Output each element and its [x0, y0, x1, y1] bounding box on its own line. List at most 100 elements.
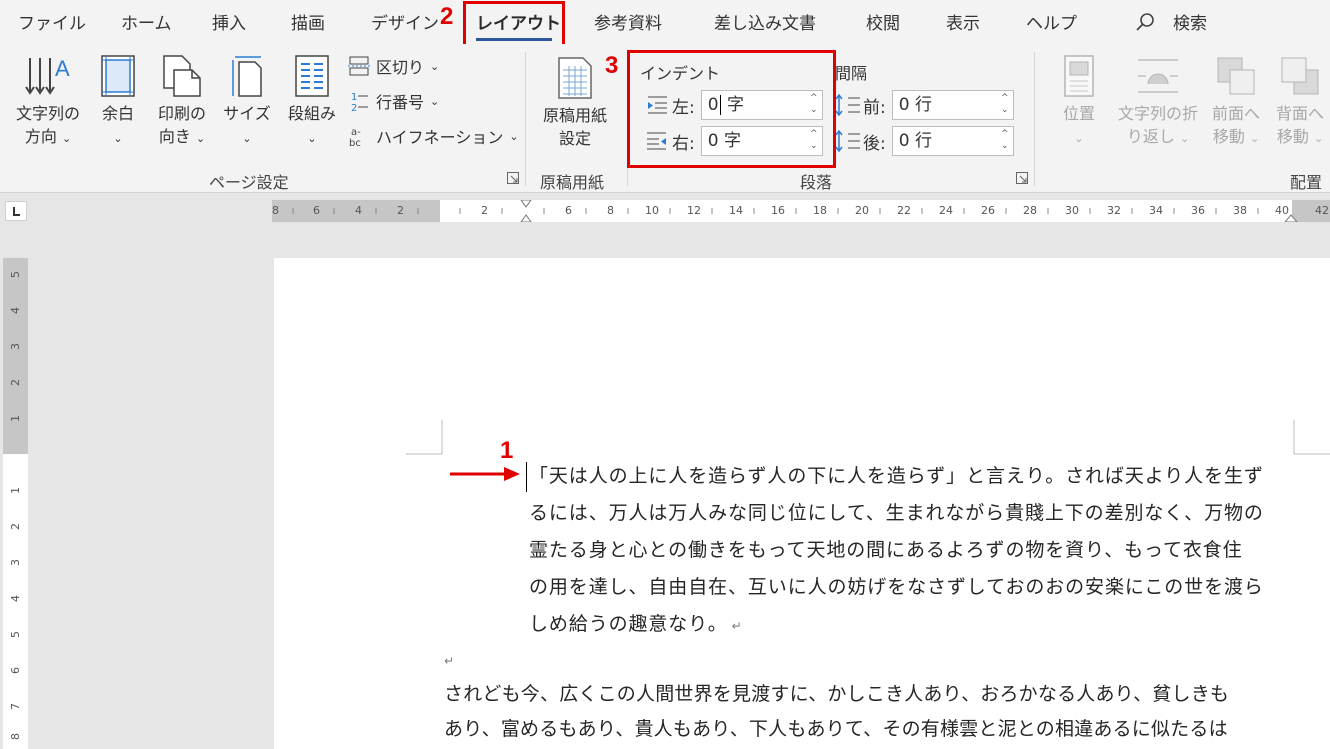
text-direction-icon: A [25, 56, 70, 95]
margins-label: 余白 [101, 104, 134, 123]
size-button[interactable]: サイズ ⌄ [222, 54, 272, 150]
margins-icon [101, 55, 135, 97]
position-label: 位置 [1062, 104, 1095, 123]
document-page[interactable]: 「天は人の上に人を造らず人の下に人を造らず」と言えり。されば天より人を生ず るに… [274, 258, 1330, 749]
ruler-tick: 1 [9, 415, 22, 422]
tab-mailings[interactable]: 差し込み文書 [714, 9, 816, 34]
line-numbers-button[interactable]: 12 行番号 ⌄ [348, 89, 439, 113]
breaks-button[interactable]: 区切り ⌄ [348, 54, 439, 78]
spacing-after-row: 後: 0 行 ^ ⌄ [835, 126, 1014, 156]
indent-right-row: 右: 0 字 ^ ⌄ [646, 126, 823, 156]
tab-file[interactable]: ファイル [18, 9, 86, 34]
spacing-before-label: 前: [863, 97, 886, 118]
tab-selector[interactable] [5, 201, 27, 221]
indent-left-unit: 字 [726, 95, 744, 115]
ribbon: A 文字列の 方向 ⌄ 余白 ⌄ 印刷の 向き ⌄ サイズ ⌄ 段組み ⌄ 区切… [0, 44, 1330, 193]
indent-heading: インデント [640, 64, 721, 83]
spacing-after-value: 0 行 [898, 131, 932, 151]
manuscript-group-label: 原稿用紙 [540, 173, 605, 192]
indent-left-icon [648, 96, 667, 114]
hyphenation-button[interactable]: a-bc ハイフネーション ⌄ [348, 124, 519, 148]
manuscript-settings-button[interactable]: 原稿用紙 設定 [536, 54, 614, 150]
svg-text:A: A [55, 56, 70, 81]
paragraph-2-line[interactable]: あり、富めるもあり、貴人もあり、下人もありて、その有様雲と泥との相違あるに似たる… [444, 714, 1228, 741]
ruler-ticks [292, 200, 1298, 222]
tab-design[interactable]: デザイン [371, 9, 439, 34]
page-setup-launcher-icon[interactable] [507, 172, 519, 184]
bring-forward-button[interactable]: 前面へ 移動 ⌄ [1206, 54, 1266, 150]
line-numbers-label: 行番号 [376, 93, 425, 112]
indent-left-label: 左: [672, 97, 695, 118]
ruler-tick: 5 [9, 271, 22, 278]
paragraph-1-line[interactable]: 霊たる身と心との働きをもって天地の間にあるよろずの物を資り、もって衣食住 [529, 535, 1243, 562]
search-box[interactable]: 検索 [1135, 9, 1207, 34]
margins-button[interactable]: 余白 ⌄ [96, 54, 140, 150]
search-icon [1136, 12, 1154, 31]
tab-draw[interactable]: 描画 [291, 9, 325, 34]
send-backward-label-2: 移動 [1276, 127, 1309, 146]
spacing-before-input[interactable]: 0 行 ^ ⌄ [891, 90, 1014, 120]
active-tab-underline [476, 38, 552, 41]
size-label: サイズ [223, 104, 271, 123]
paragraph-1-line[interactable]: るには、万人は万人みな同じ位にして、生まれながら貴賤上下の差別なく、万物の [529, 498, 1264, 525]
manuscript-label-1: 原稿用紙 [542, 106, 607, 125]
paragraph-2-line[interactable]: されども今、広くこの人間世界を見渡すに、かしこき人あり、おろかなる人あり、貧しき… [444, 679, 1229, 706]
tab-references[interactable]: 参考資料 [594, 9, 662, 34]
breaks-icon [348, 56, 370, 76]
svg-text:a-: a- [351, 127, 361, 138]
orientation-icon [163, 55, 201, 97]
spacing-heading: 間隔 [835, 64, 868, 83]
wrap-text-label-1: 文字列の折 [1117, 104, 1198, 123]
tab-home[interactable]: ホーム [121, 9, 172, 34]
tab-layout[interactable]: レイアウト [476, 9, 561, 34]
paragraph-1-line[interactable]: 「天は人の上に人を造らず人の下に人を造らず」と言えり。されば天より人を生ず [529, 461, 1264, 488]
position-icon [1064, 55, 1094, 97]
spacing-after-icon [835, 130, 860, 152]
paragraph-launcher-icon[interactable] [1016, 172, 1028, 184]
ruler-tick: 2 [9, 379, 22, 386]
position-button[interactable]: 位置 ⌄ [1054, 54, 1104, 150]
paragraph-group-label: 段落 [800, 173, 833, 192]
columns-button[interactable]: 段組み ⌄ [284, 54, 340, 150]
ruler-tick: 3 [9, 343, 22, 350]
orientation-label-1: 印刷の [157, 104, 206, 123]
ribbon-tab-bar: ファイル ホーム 挿入 描画 デザイン レイアウト 参考資料 差し込み文書 校閲… [0, 0, 1330, 44]
text-direction-label-2: 方向 [24, 127, 57, 146]
text-direction-button[interactable]: A 文字列の 方向 ⌄ [12, 54, 84, 150]
ruler-tick: 3 [9, 559, 22, 566]
wrap-text-button[interactable]: 文字列の折 り返し ⌄ [1112, 54, 1204, 150]
bring-forward-label-2: 移動 [1212, 127, 1245, 146]
bring-forward-label-1: 前面へ [1211, 104, 1260, 123]
ruler-tick: 2 [9, 523, 22, 530]
indent-right-value: 0 字 [707, 131, 741, 151]
indent-right-input[interactable]: 0 字 ^ ⌄ [700, 126, 823, 156]
paragraph-mark: ↵ [444, 654, 455, 668]
line-numbers-icon: 12 [351, 92, 368, 112]
left-tab-icon [13, 207, 20, 216]
vertical-ruler[interactable]: 5 4 3 2 1 1 2 3 4 5 6 7 8 [3, 258, 28, 749]
paragraph-1-line[interactable]: の用を達し、自由自在、互いに人の妨げをなさずしておのおの安楽にこの世を渡ら [529, 572, 1264, 599]
send-backward-button[interactable]: 背面へ 移動 ⌄ [1270, 54, 1330, 150]
step-2-label: 2 [440, 3, 454, 30]
tab-help[interactable]: ヘルプ [1026, 9, 1077, 34]
tab-review[interactable]: 校閲 [866, 9, 900, 34]
tab-insert[interactable]: 挿入 [212, 9, 246, 34]
indent-left-input[interactable]: 0 字 ^ ⌄ [700, 90, 823, 120]
empty-paragraph[interactable]: ↵ [444, 648, 455, 670]
ruler-tick: 4 [9, 307, 22, 314]
spacing-after-input[interactable]: 0 行 ^ ⌄ [891, 126, 1014, 156]
paragraph-1-last-text: しめ給うの趣意なり。 [529, 613, 728, 635]
separator [627, 52, 628, 186]
hyphenation-icon: a-bc [349, 127, 361, 147]
horizontal-ruler[interactable]: 8 6 4 2 2 6 8 10 12 14 16 18 20 22 24 26… [272, 200, 1330, 222]
send-backward-icon [1281, 57, 1319, 95]
ruler-tick: 7 [9, 703, 22, 710]
indent-left-value: 0 [707, 95, 719, 115]
columns-label: 段組み [287, 104, 336, 123]
orientation-button[interactable]: 印刷の 向き ⌄ [152, 54, 212, 150]
paragraph-1-line[interactable]: しめ給うの趣意なり。 ↵ [529, 609, 743, 636]
indent-right-label: 右: [672, 133, 695, 154]
svg-text:bc: bc [349, 138, 361, 147]
tab-view[interactable]: 表示 [946, 9, 980, 34]
ruler-tick: 1 [9, 487, 22, 494]
